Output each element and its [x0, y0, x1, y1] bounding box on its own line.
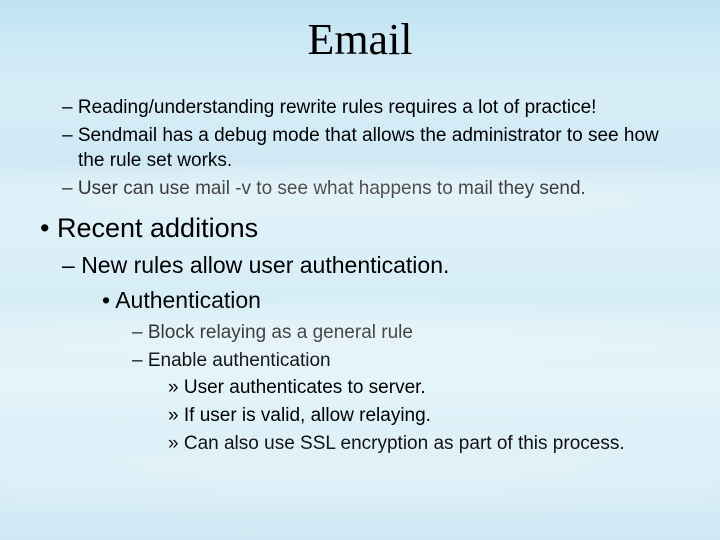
- bullet-text: User can use mail -v to see what happens…: [78, 178, 586, 199]
- slide-title: Email: [0, 0, 720, 93]
- bullet-text: Enable authentication: [148, 350, 331, 371]
- bullet-item: Block relaying as a general rule: [40, 320, 690, 346]
- bullet-item: If user is valid, allow relaying.: [40, 403, 690, 429]
- bullet-text: Block relaying as a general rule: [148, 322, 413, 343]
- bullet-text: Sendmail has a debug mode that allows th…: [78, 125, 659, 172]
- bullet-item: Can also use SSL encryption as part of t…: [40, 431, 690, 457]
- bullet-item: Reading/understanding rewrite rules requ…: [40, 95, 690, 121]
- bullet-item: Sendmail has a debug mode that allows th…: [40, 123, 690, 174]
- slide: Email Reading/understanding rewrite rule…: [0, 0, 720, 540]
- bullet-item: User authenticates to server.: [40, 375, 690, 401]
- bullet-text: New rules allow user authentication.: [81, 252, 449, 278]
- bullet-text: User authenticates to server.: [184, 377, 426, 398]
- section-heading: Recent additions: [40, 210, 690, 246]
- bullet-item: New rules allow user authentication.: [40, 250, 690, 281]
- bullet-item: Enable authentication: [40, 348, 690, 374]
- bullet-text: Reading/understanding rewrite rules requ…: [78, 97, 597, 118]
- bullet-text: If user is valid, allow relaying.: [184, 405, 431, 426]
- bullet-text: Can also use SSL encryption as part of t…: [184, 433, 625, 454]
- subsection-heading: Authentication: [40, 285, 690, 316]
- heading-text: Recent additions: [57, 213, 258, 243]
- bullet-item: User can use mail -v to see what happens…: [40, 176, 690, 202]
- heading-text: Authentication: [115, 287, 261, 313]
- slide-body: Reading/understanding rewrite rules requ…: [0, 95, 720, 456]
